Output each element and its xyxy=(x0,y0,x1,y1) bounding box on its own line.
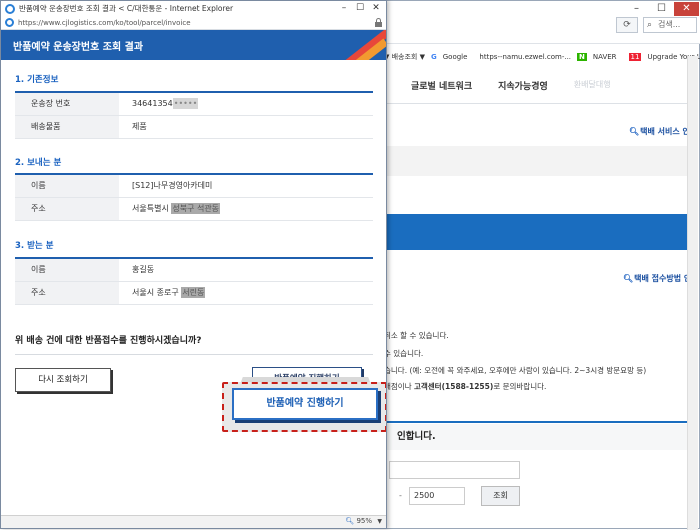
phone-dash: - xyxy=(399,491,402,500)
row-receiver-address: 주소 서울시 종로구 서린동 xyxy=(15,282,373,305)
favorite-google[interactable]: G Google xyxy=(431,53,473,61)
ie-icon xyxy=(5,18,14,27)
row-value: [S12]나무경영아카데미 xyxy=(132,181,213,190)
row-label: 주소 xyxy=(15,282,119,304)
row-item: 배송물품 제품 xyxy=(15,116,373,139)
nav-divider xyxy=(384,103,689,104)
minimize-icon[interactable]: – xyxy=(336,2,352,14)
popup-window: 반품예약 운송장번호 조회 결과 < C/대한통운 - Internet Exp… xyxy=(0,0,387,529)
maximize-icon[interactable]: ☐ xyxy=(649,2,674,16)
section-banner xyxy=(384,214,689,250)
phone-last-input[interactable]: 2500 xyxy=(409,487,465,505)
favorites-bar: ▼ 배송조회 ▼ G Google https--namu.ezwel.com-.… xyxy=(384,49,700,65)
favorite-namu[interactable]: https--namu.ezwel.com-... xyxy=(479,53,571,61)
minimize-icon[interactable]: – xyxy=(624,2,649,16)
search-icon: ⌕ xyxy=(647,20,653,30)
section-title-existing-info: 1. 기존정보 xyxy=(15,75,59,85)
close-icon[interactable]: ✕ xyxy=(368,2,384,14)
section-title-receiver: 3. 받는 분 xyxy=(15,241,54,251)
favorite-naver[interactable]: N NAVER xyxy=(577,53,623,61)
row-label: 운송장 번호 xyxy=(15,93,119,115)
page-title: 반품예약 운송장번호 조회 결과 xyxy=(13,42,144,53)
maximize-icon[interactable]: ☐ xyxy=(352,2,368,14)
notice-line-1: 취소 할 수 있습니다. xyxy=(384,331,449,340)
nav-global-network[interactable]: 글로벌 네트워크 xyxy=(411,79,472,93)
magnifier-icon: 🔍︎ xyxy=(623,274,634,283)
row-invoice-number: 운송장 번호 34641354••••• xyxy=(15,93,373,116)
popup-window-title: 반품예약 운송장번호 조회 결과 < C/대한통운 - Internet Exp… xyxy=(19,4,234,13)
row-sender-address: 주소 서울특별시 성북구 석관동 xyxy=(15,198,373,221)
nav-sustainability[interactable]: 지속가능경영 xyxy=(498,79,548,93)
redacted-text: 서린동 xyxy=(181,287,206,298)
close-icon[interactable]: ✕ xyxy=(674,2,699,16)
section-divider xyxy=(384,421,689,423)
row-label: 배송물품 xyxy=(15,116,119,138)
row-sender-name: 이름 [S12]나무경영아카데미 xyxy=(15,175,373,198)
return-reservation-button-zoomed[interactable]: 반품예약 진행하기 xyxy=(232,388,378,420)
naver-icon: N xyxy=(577,53,587,61)
row-label: 이름 xyxy=(15,175,119,197)
notice-line-2: 수 있습니다. xyxy=(384,349,424,358)
search-button[interactable]: 조회 xyxy=(481,486,520,506)
address-input[interactable] xyxy=(389,461,520,479)
ie-icon xyxy=(5,3,15,14)
section-heading: 인합니다. xyxy=(384,424,689,450)
scrollbar[interactable] xyxy=(687,56,698,530)
popup-window-controls: – ☐ ✕ xyxy=(336,2,384,14)
popup-url: https://www.cjlogistics.com/ko/tool/parc… xyxy=(18,18,191,27)
row-value: 서울시 종로구 서린동 xyxy=(132,287,206,298)
row-value: 34641354••••• xyxy=(132,98,199,109)
refresh-icon[interactable]: ⟳ xyxy=(616,17,638,33)
popup-titlebar: 반품예약 운송장번호 조회 결과 < C/대한통운 - Internet Exp… xyxy=(1,1,386,16)
zoom-icon: 🔍︎ xyxy=(345,517,355,525)
window-controls: – ☐ ✕ xyxy=(624,2,699,16)
confirm-question: 위 배송 건에 대한 반품접수를 진행하시겠습니까? xyxy=(15,336,202,346)
popup-address-bar[interactable]: https://www.cjlogistics.com/ko/tool/parc… xyxy=(1,16,386,30)
redacted-text: ••••• xyxy=(172,98,199,109)
recheck-button[interactable]: 다시 조회하기 xyxy=(15,368,111,392)
lock-icon xyxy=(375,18,382,27)
redacted-text: 성북구 석관동 xyxy=(171,203,221,214)
zoom-level[interactable]: 🔍︎ 95% xyxy=(345,517,372,525)
google-icon: G xyxy=(430,53,437,61)
chevron-down-icon[interactable]: ▼ xyxy=(377,518,382,525)
notice-line-4: 배점이나 고객센터(1588-1255)로 문의바랍니다. xyxy=(384,382,547,391)
nav-delivery[interactable]: 환배달대행 xyxy=(574,79,611,93)
site-nav: 글로벌 네트워크 지속가능경영 환배달대행 xyxy=(411,79,611,93)
section-title-sender: 2. 보내는 분 xyxy=(15,158,62,168)
customer-center: 고객센터(1588-1255) xyxy=(413,382,494,391)
question-divider xyxy=(15,354,373,355)
notice-line-3: 습니다. (예: 오전에 꼭 와주세요, 오후에만 사람이 있습니다. 2~3시… xyxy=(384,366,647,375)
search-input[interactable]: ⌕ 검색... xyxy=(643,17,697,33)
row-value: 홍길동 xyxy=(132,265,155,274)
info-box xyxy=(384,146,689,176)
favorite-item[interactable]: ▼ 배송조회 ▼ xyxy=(384,52,425,62)
11st-icon: 11 xyxy=(628,53,642,61)
row-receiver-name: 이름 홍길동 xyxy=(15,259,373,282)
popup-header: 반품예약 운송장번호 조회 결과 xyxy=(1,30,386,60)
row-value: 서울특별시 성북구 석관동 xyxy=(132,203,221,214)
magnifier-icon: 🔍︎ xyxy=(629,127,640,136)
row-label: 이름 xyxy=(15,259,119,281)
row-value: 제품 xyxy=(132,122,147,131)
status-bar: 🔍︎ 95% ▼ xyxy=(1,515,386,528)
row-label: 주소 xyxy=(15,198,119,220)
